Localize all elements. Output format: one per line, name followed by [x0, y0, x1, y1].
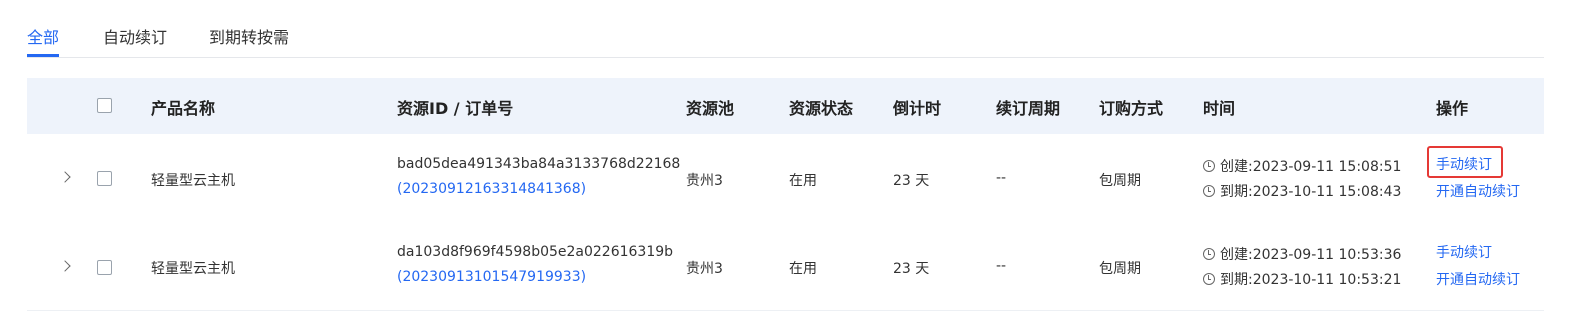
enable-auto-renew-link[interactable]: 开通自动续订: [1436, 181, 1520, 201]
active-tab-indicator: [27, 54, 59, 57]
expand-row-icon[interactable]: [59, 171, 71, 183]
col-resource-status: 资源状态: [789, 99, 854, 118]
expire-time: 到期:2023-10-11 10:53:21: [1203, 269, 1401, 289]
row-checkbox[interactable]: [97, 171, 112, 186]
expire-time: 到期:2023-10-11 15:08:43: [1203, 181, 1401, 201]
manual-renew-link[interactable]: 手动续订: [1436, 154, 1492, 174]
resource-pool: 贵州3: [686, 261, 723, 277]
manual-renew-link[interactable]: 手动续订: [1436, 242, 1492, 262]
clock-icon: [1203, 248, 1215, 260]
expire-time-text: 到期:2023-10-11 10:53:21: [1220, 272, 1402, 288]
select-all-checkbox[interactable]: [97, 98, 112, 113]
table-row: 轻量型云主机 da103d8f969f4598b05e2a022616319b …: [27, 222, 1544, 311]
clock-icon: [1203, 273, 1215, 285]
order-type: 包周期: [1099, 173, 1141, 189]
tab-expire-to-on-demand[interactable]: 到期转按需: [209, 24, 289, 48]
order-type: 包周期: [1099, 261, 1141, 277]
product-name: 轻量型云主机: [151, 173, 235, 189]
enable-auto-renew-link[interactable]: 开通自动续订: [1436, 269, 1520, 289]
resource-status: 在用: [789, 173, 817, 189]
tab-all[interactable]: 全部: [27, 24, 59, 48]
resource-id: da103d8f969f4598b05e2a022616319b: [397, 244, 674, 260]
tab-bar: 全部 自动续订 到期转按需: [27, 0, 1544, 58]
col-actions: 操作: [1436, 99, 1469, 118]
product-name: 轻量型云主机: [151, 261, 235, 277]
created-time-text: 创建:2023-09-11 15:08:51: [1220, 159, 1402, 175]
expire-time-text: 到期:2023-10-11 15:08:43: [1220, 184, 1402, 200]
col-renew-cycle: 续订周期: [996, 99, 1061, 118]
created-time: 创建:2023-09-11 15:08:51: [1203, 156, 1401, 176]
created-time-text: 创建:2023-09-11 10:53:36: [1220, 247, 1402, 263]
renew-cycle: --: [996, 170, 1007, 186]
clock-icon: [1203, 185, 1215, 197]
tab-auto-renew[interactable]: 自动续订: [103, 24, 167, 48]
col-order-type: 订购方式: [1099, 99, 1164, 118]
resource-id: bad05dea491343ba84a3133768d22168: [397, 156, 681, 172]
table-header: 产品名称 资源ID / 订单号 资源池 资源状态 倒计时 续订周期 订购方式 时…: [27, 78, 1544, 134]
order-number-link[interactable]: (20230913101547919933): [397, 269, 586, 285]
countdown: 23 天: [893, 173, 930, 189]
created-time: 创建:2023-09-11 10:53:36: [1203, 244, 1401, 264]
col-resource-id: 资源ID / 订单号: [397, 99, 514, 118]
col-time: 时间: [1203, 99, 1236, 118]
clock-icon: [1203, 160, 1215, 172]
expand-row-icon[interactable]: [59, 260, 71, 272]
resource-status: 在用: [789, 261, 817, 277]
resource-pool: 贵州3: [686, 173, 723, 189]
order-number-link[interactable]: (20230912163314841368): [397, 181, 586, 197]
col-resource-pool: 资源池: [686, 99, 735, 118]
row-checkbox[interactable]: [97, 260, 112, 275]
countdown: 23 天: [893, 261, 930, 277]
renew-cycle: --: [996, 258, 1007, 274]
col-product-name: 产品名称: [151, 99, 216, 118]
table-row: 轻量型云主机 bad05dea491343ba84a3133768d22168 …: [27, 134, 1544, 223]
col-countdown: 倒计时: [893, 99, 942, 118]
